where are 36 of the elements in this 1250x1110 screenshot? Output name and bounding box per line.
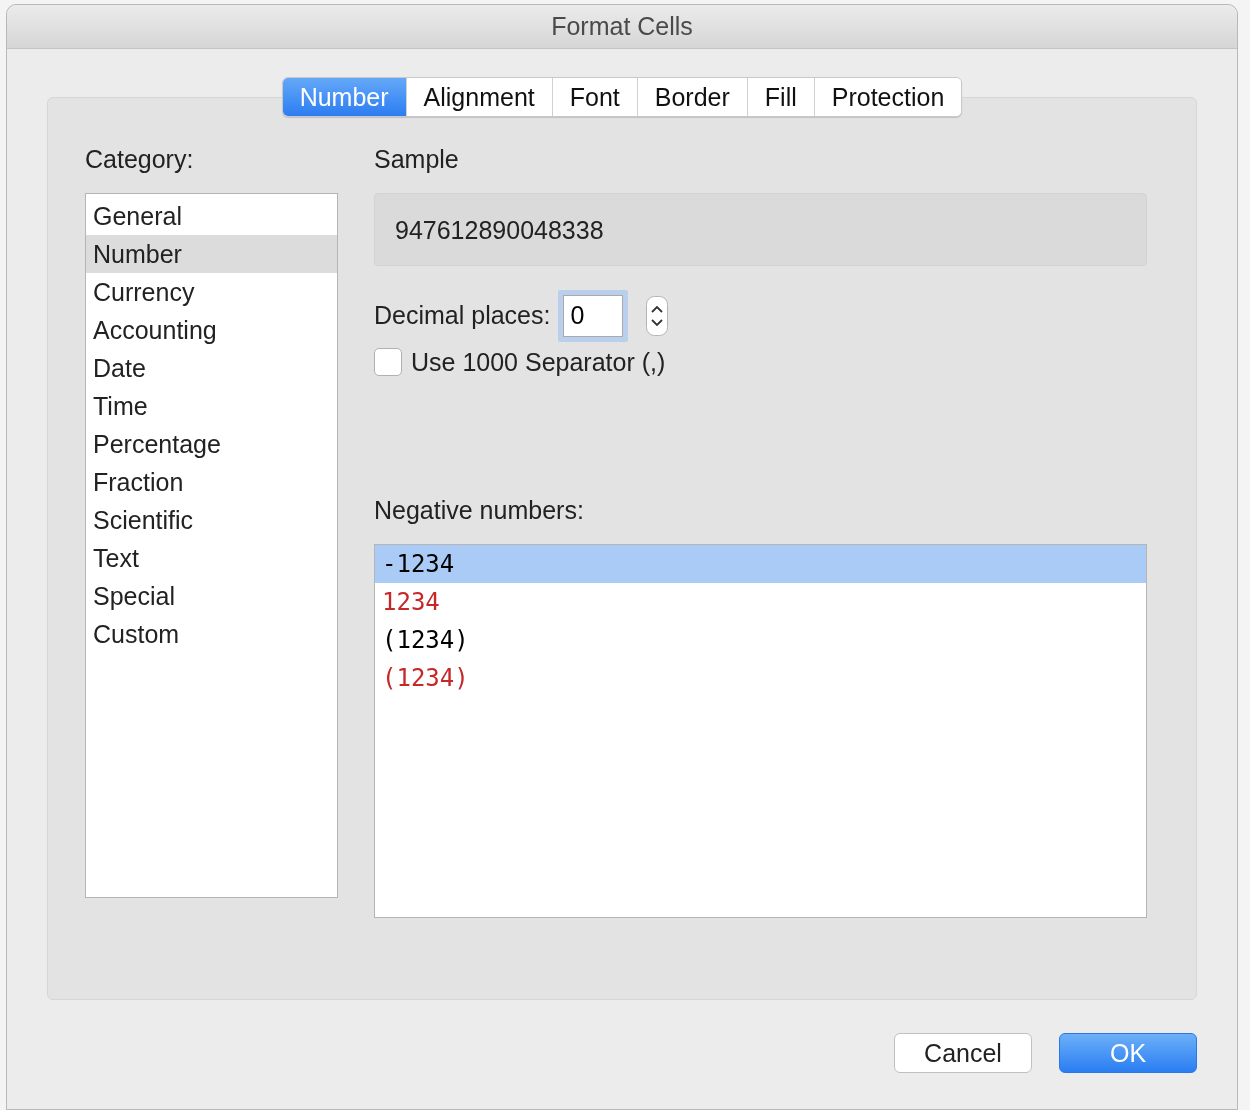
category-item[interactable]: General [86, 196, 337, 235]
window-title: Format Cells [551, 10, 693, 42]
decimal-places-label: Decimal places: [374, 299, 551, 331]
number-format-text: (1234) [382, 625, 469, 654]
separator-checkbox[interactable] [374, 348, 402, 377]
negative-format-item[interactable]: 1234 [375, 582, 1146, 621]
negative-numbers-label: Negative numbers: [374, 495, 585, 526]
tab[interactable]: Alignment [406, 78, 553, 116]
tab[interactable]: Border [637, 78, 748, 116]
category-item[interactable]: Custom [86, 614, 337, 653]
category-item[interactable]: Special [86, 576, 337, 615]
category-item[interactable]: Text [86, 538, 337, 577]
decimal-places-field[interactable]: 0 [558, 289, 629, 342]
category-item[interactable]: Date [86, 348, 337, 387]
stepper-icon[interactable] [646, 295, 669, 336]
negative-format-item[interactable]: (1234) [375, 620, 1146, 659]
number-format-text: 1234 [382, 587, 440, 616]
category-item[interactable]: Fraction [86, 462, 337, 501]
category-item[interactable]: Currency [86, 272, 337, 311]
tab[interactable]: Fill [747, 78, 815, 116]
category-item[interactable]: Percentage [86, 424, 337, 463]
category-item[interactable]: Time [86, 386, 337, 425]
negative-format-item[interactable]: -1234 [375, 544, 1146, 583]
cancel-button[interactable]: Cancel [894, 1033, 1032, 1073]
separator-label: Use 1000 Separator (,) [411, 346, 666, 378]
number-format-text: -1234 [382, 549, 455, 578]
category-item[interactable]: Accounting [86, 310, 337, 349]
category-label: Category: [85, 144, 195, 175]
negative-format-item[interactable]: (1234) [375, 658, 1146, 697]
sample-value: 947612890048338 [374, 192, 1147, 266]
number-format-text: (1234) [382, 663, 469, 692]
tab[interactable]: Font [552, 78, 638, 116]
category-item[interactable]: Number [86, 234, 337, 273]
sample-label: Sample [374, 144, 460, 175]
tab[interactable]: Protection [814, 78, 962, 116]
category-item[interactable]: Scientific [86, 500, 337, 539]
